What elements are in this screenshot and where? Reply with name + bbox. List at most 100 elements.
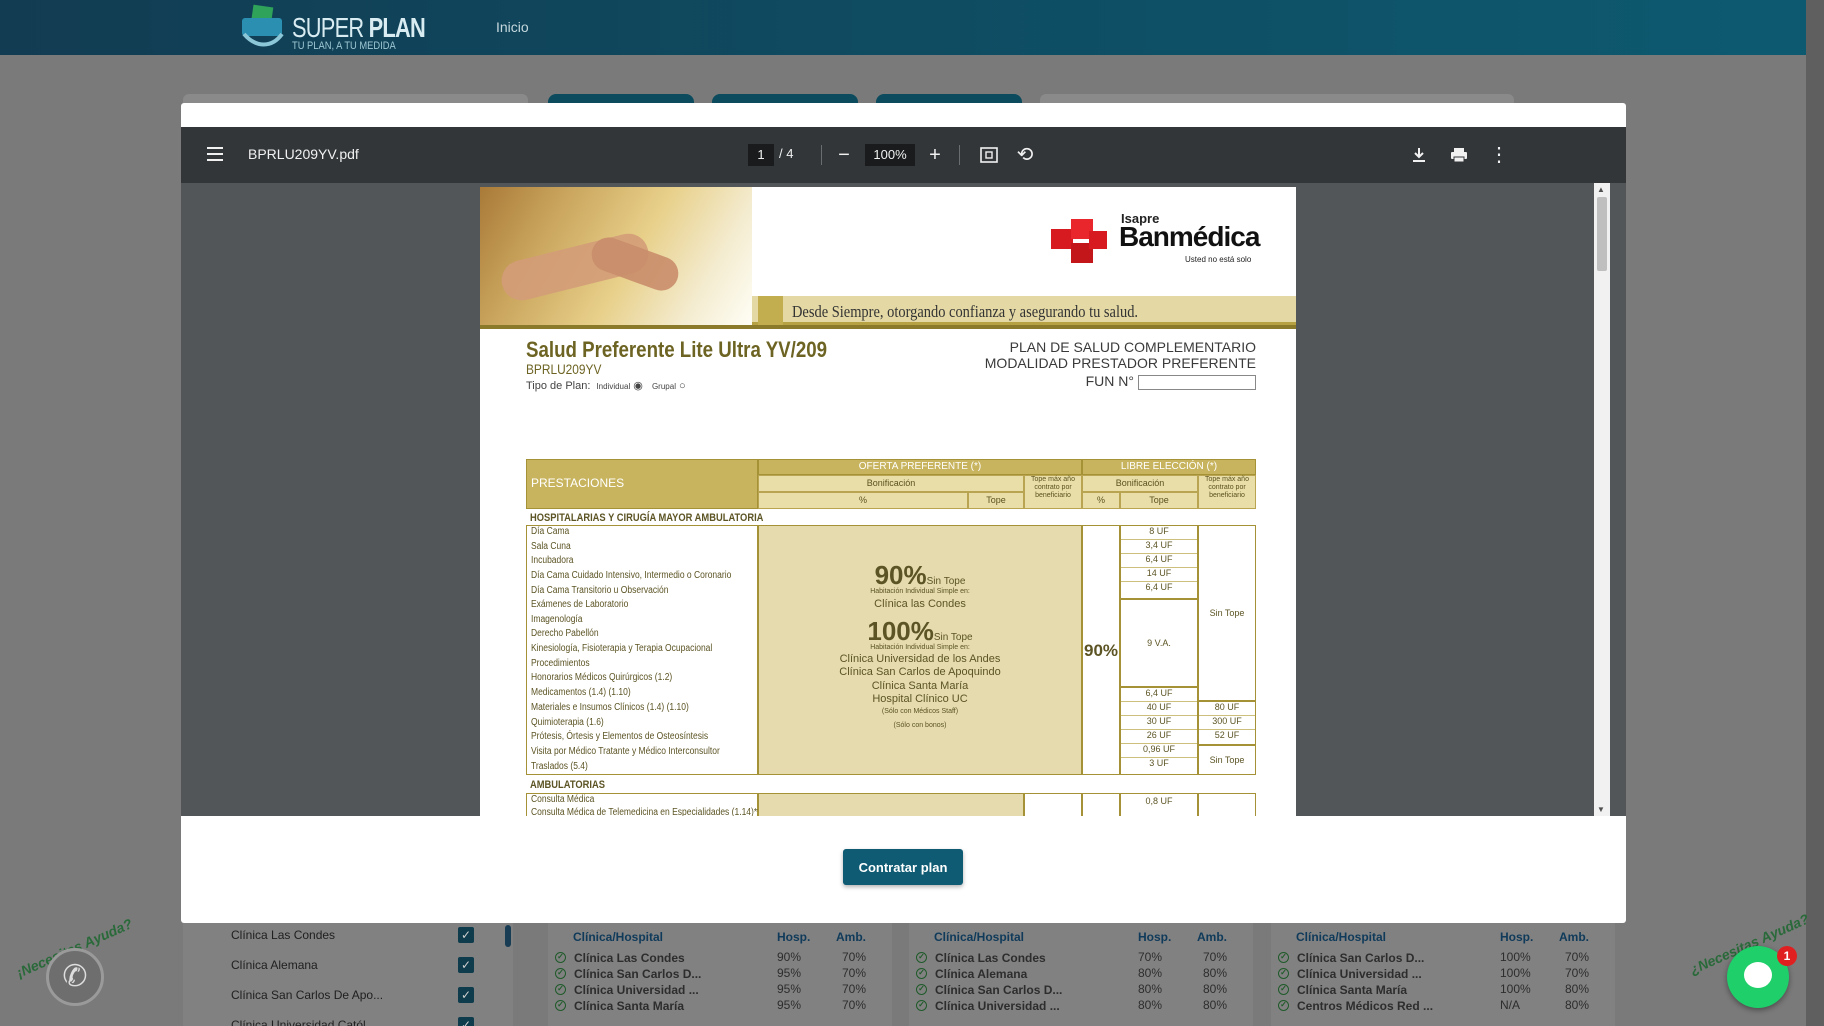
nav-inicio[interactable]: Inicio [496, 19, 529, 35]
col-bonificacion: Bonificación [1082, 475, 1198, 492]
filter-label: Clínica Universidad Catól... [231, 1018, 376, 1026]
filter-checkbox[interactable]: ✓ [458, 987, 474, 1003]
section-hospitalarias: HOSPITALARIAS Y CIRUGÍA MAYOR AMBULATORI… [530, 512, 764, 524]
item-label: Imagenología [531, 614, 583, 625]
page-total: / 4 [779, 146, 794, 161]
site-header: SUPER PLAN TU PLAN, A TU MEDIDA Inicio [0, 0, 1806, 55]
item-label: Sala Cuna [531, 541, 571, 552]
fit-page-icon[interactable] [975, 141, 1003, 169]
col-header: Hosp. [777, 930, 811, 944]
viewer-scrollbar[interactable]: ▲ ▼ [1594, 183, 1610, 816]
amb-value: 80% [1565, 982, 1590, 996]
amb-tope-cell: 0,8 UF [1120, 793, 1198, 816]
zoom-in-icon[interactable]: + [921, 141, 949, 169]
col-tope-max: Tope máx año contrato por beneficiario [1198, 475, 1256, 509]
filter-label: Clínica Las Condes [231, 928, 336, 942]
chat-help-widget[interactable]: ¿Necesitas Ayuda? 1 [1685, 911, 1815, 1016]
menu-icon[interactable] [207, 147, 223, 161]
check-circle-icon: ✓ [1278, 968, 1289, 979]
libre-va-cell: 9 V.A. [1120, 599, 1198, 687]
check-circle-icon: ✓ [916, 1000, 927, 1011]
col-tope: Tope [968, 492, 1024, 509]
hosp-value: 80% [1138, 998, 1163, 1012]
col-prestaciones: PRESTACIONES [526, 459, 758, 509]
check-circle-icon: ✓ [555, 1000, 566, 1011]
print-icon[interactable] [1445, 141, 1473, 169]
superplan-logo[interactable]: SUPER PLAN TU PLAN, A TU MEDIDA [238, 4, 426, 52]
items-box: Consulta Médica Consulta Médica de Telem… [526, 793, 760, 816]
item-label: Medicamentos (1.4) (1.10) [531, 687, 631, 698]
col-pct: % [758, 492, 968, 509]
libre-eleccion-pct: 90% [1082, 525, 1120, 775]
header-photo [480, 187, 752, 325]
clinic-row: ✓ Clínica Santa María [1278, 983, 1407, 997]
amb-value: 70% [842, 966, 867, 980]
empty-cell [1082, 793, 1120, 816]
clinic-row: ✓ Clínica Santa María [555, 999, 684, 1013]
items-box: Día Cama Sala Cuna Incubadora Día Cama C… [526, 525, 758, 775]
pdf-toolbar: BPRLU209YV.pdf 1 / 4 − 100% + ⟲ ⋮ [181, 127, 1626, 183]
section-ambulatorias: AMBULATORIAS [530, 779, 605, 791]
col-header: Clínica/Hospital [934, 930, 1025, 944]
clinic-row: ✓ Clínica Universidad ... [555, 983, 699, 997]
tagline-text: Desde Siempre, otorgando confianza y ase… [792, 302, 1139, 321]
col-header: Amb. [836, 930, 866, 944]
scrollbar-thumb[interactable] [1597, 197, 1607, 271]
page-number-input[interactable]: 1 [748, 144, 774, 166]
filter-checkbox[interactable]: ✓ [458, 1017, 474, 1026]
amb-value: 80% [1203, 966, 1228, 980]
hosp-value: 95% [777, 998, 802, 1012]
plan-code: BPRLU209YV [526, 361, 602, 377]
check-circle-icon: ✓ [916, 984, 927, 995]
hosp-value: 100% [1500, 982, 1531, 996]
check-circle-icon: ✓ [555, 968, 566, 979]
item-label: Kinesiología, Fisioterapia y Terapia Ocu… [531, 643, 713, 654]
item-label: Honorarios Médicos Quirúrgicos (1.2) [531, 672, 673, 683]
hosp-value: N/A [1500, 998, 1521, 1012]
empty-cell [1024, 793, 1082, 816]
clinic-row: ✓ Clínica Las Condes [555, 951, 685, 965]
zoom-out-icon[interactable]: − [830, 141, 858, 169]
filter-scrollbar[interactable] [505, 925, 511, 947]
brand-tagline: Usted no está solo [1185, 255, 1252, 264]
filter-checkbox[interactable]: ✓ [458, 927, 474, 943]
clinic-row: ✓ Centros Médicos Red ... [1278, 999, 1433, 1013]
col-tope-max: Tope máx año contrato por beneficiario [1024, 475, 1082, 509]
item-label: Incubadora [531, 555, 574, 566]
hosp-value: 90% [777, 950, 802, 964]
col-oferta: OFERTA PREFERENTE (*) [758, 459, 1082, 475]
clinic-row: ✓ Clínica San Carlos D... [1278, 951, 1424, 965]
clinic-row: ✓ Clínica Universidad ... [916, 999, 1060, 1013]
superplan-logo-icon [242, 4, 284, 47]
oferta-preferente-cell: 90%Sin Tope Habitación Individual Simple… [758, 525, 1082, 775]
amb-value: 70% [1203, 950, 1228, 964]
more-icon[interactable]: ⋮ [1485, 141, 1513, 169]
clinic-row: ✓ Clínica Universidad ... [1278, 967, 1422, 981]
plan-compare-card: Clínica/Hospital Hosp. Amb. ✓ Clínica San… [1271, 921, 1615, 1026]
page-scrollbar[interactable] [1806, 0, 1824, 1026]
tope-max-cell: Sin Tope [1198, 745, 1256, 775]
item-label: Día Cama Cuidado Intensivo, Intermedio o… [531, 570, 732, 581]
fun-field: FUN N° [1086, 373, 1256, 390]
whatsapp-icon: ✆ [46, 948, 104, 1006]
zoom-input[interactable]: 100% [865, 144, 915, 166]
check-circle-icon: ✓ [916, 968, 927, 979]
amb-value: 70% [842, 998, 867, 1012]
col-tope: Tope [1120, 492, 1198, 509]
col-header: Clínica/Hospital [573, 930, 664, 944]
notification-badge: 1 [1777, 946, 1797, 966]
check-circle-icon: ✓ [1278, 952, 1289, 963]
download-icon[interactable] [1405, 141, 1433, 169]
banmedica-logo: Isapre Banmédica Usted no está solo [1045, 211, 1275, 271]
contratar-plan-button[interactable]: Contratar plan [843, 849, 963, 885]
oferta-amb-cell [758, 793, 1024, 816]
tagline-band: Desde Siempre, otorgando confianza y ase… [752, 296, 1296, 326]
whatsapp-help-badge[interactable]: ¡Necesitas Ayuda? ✆ [10, 915, 138, 1018]
filter-checkbox[interactable]: ✓ [458, 957, 474, 973]
col-libre: LIBRE ELECCIÓN (*) [1082, 459, 1256, 475]
hosp-value: 80% [1138, 966, 1163, 980]
rotate-icon[interactable]: ⟲ [1011, 141, 1039, 169]
hosp-value: 100% [1500, 950, 1531, 964]
filter-label: Clínica San Carlos De Apo... [231, 988, 384, 1002]
item-label: Traslados (5.4) [531, 761, 588, 772]
